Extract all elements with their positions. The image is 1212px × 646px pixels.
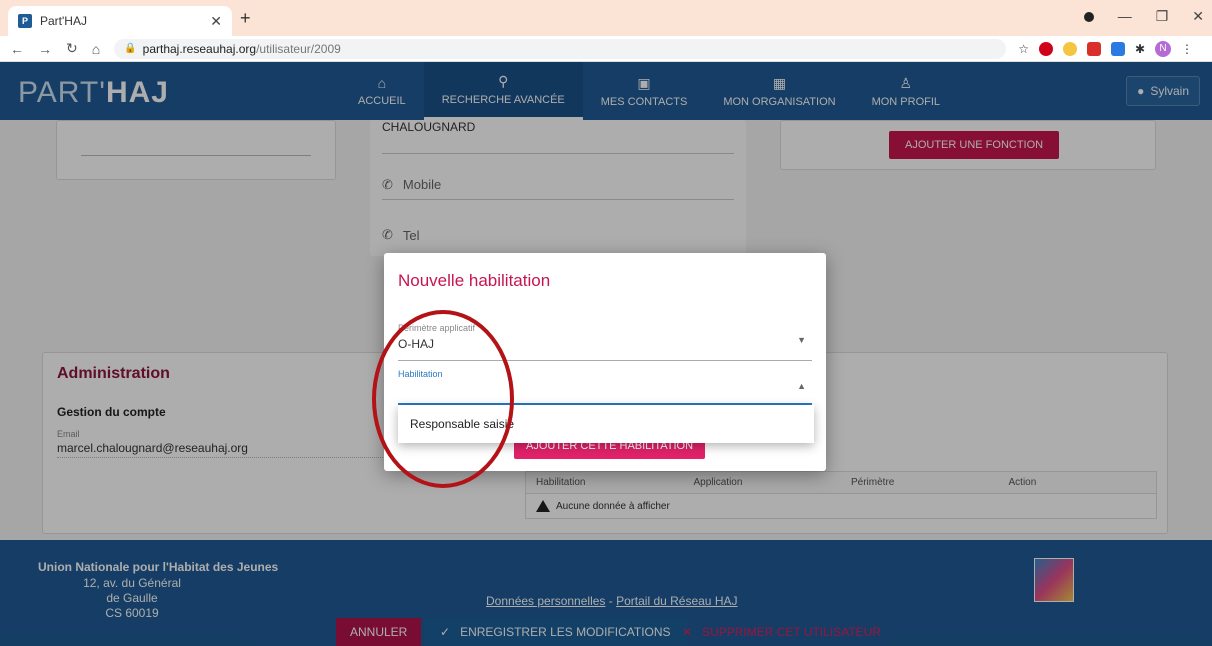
new-tab-icon[interactable]: + xyxy=(240,8,251,29)
record-icon[interactable] xyxy=(1083,12,1094,22)
chevron-down-icon: ▼ xyxy=(797,335,806,345)
back-icon[interactable]: ← xyxy=(10,41,24,57)
tab-title: Part'HAJ xyxy=(40,14,87,28)
browser-tab-bar: P Part'HAJ ✕ + — ❐ ✕ xyxy=(0,0,1212,36)
url-path: /utilisateur/2009 xyxy=(256,41,341,56)
close-tab-icon[interactable]: ✕ xyxy=(210,13,222,30)
bookmark-star-icon[interactable]: ☆ xyxy=(1018,42,1029,56)
annotation-circle xyxy=(372,310,514,488)
zoom-extension-icon[interactable] xyxy=(1110,41,1125,56)
puzzle-extension-icon[interactable]: ✱ xyxy=(1135,42,1145,56)
opera-extension-icon[interactable] xyxy=(1038,41,1053,56)
lock-icon: 🔒 xyxy=(124,43,137,54)
moon-extension-icon[interactable] xyxy=(1062,41,1077,56)
profile-avatar[interactable]: N xyxy=(1155,40,1172,57)
url-host: parthaj.reseauhaj.org xyxy=(142,41,257,56)
minimize-icon[interactable]: — xyxy=(1118,8,1132,25)
chevron-up-icon: ▲ xyxy=(797,381,806,391)
extension-icons: ☆ ✱ N ⋮ xyxy=(1018,40,1193,57)
close-window-icon[interactable]: ✕ xyxy=(1192,8,1204,25)
dialog-title: Nouvelle habilitation xyxy=(398,271,551,290)
home-browser-icon[interactable]: ⌂ xyxy=(92,41,100,57)
browser-tab[interactable]: P Part'HAJ ✕ xyxy=(8,6,232,36)
reload-icon[interactable]: ↻ xyxy=(66,40,78,57)
browser-address-bar: ← → ↻ ⌂ 🔒 parthaj.reseauhaj.org /utilisa… xyxy=(0,36,1212,62)
pdf-extension-icon[interactable] xyxy=(1086,41,1101,56)
site-favicon-icon: P xyxy=(18,14,32,28)
forward-icon[interactable]: → xyxy=(38,41,52,57)
maximize-icon[interactable]: ❐ xyxy=(1156,8,1169,25)
url-field[interactable]: 🔒 parthaj.reseauhaj.org /utilisateur/200… xyxy=(114,38,1007,59)
window-controls: — ❐ ✕ xyxy=(1083,8,1204,25)
browser-menu-icon[interactable]: ⋮ xyxy=(1181,42,1193,56)
